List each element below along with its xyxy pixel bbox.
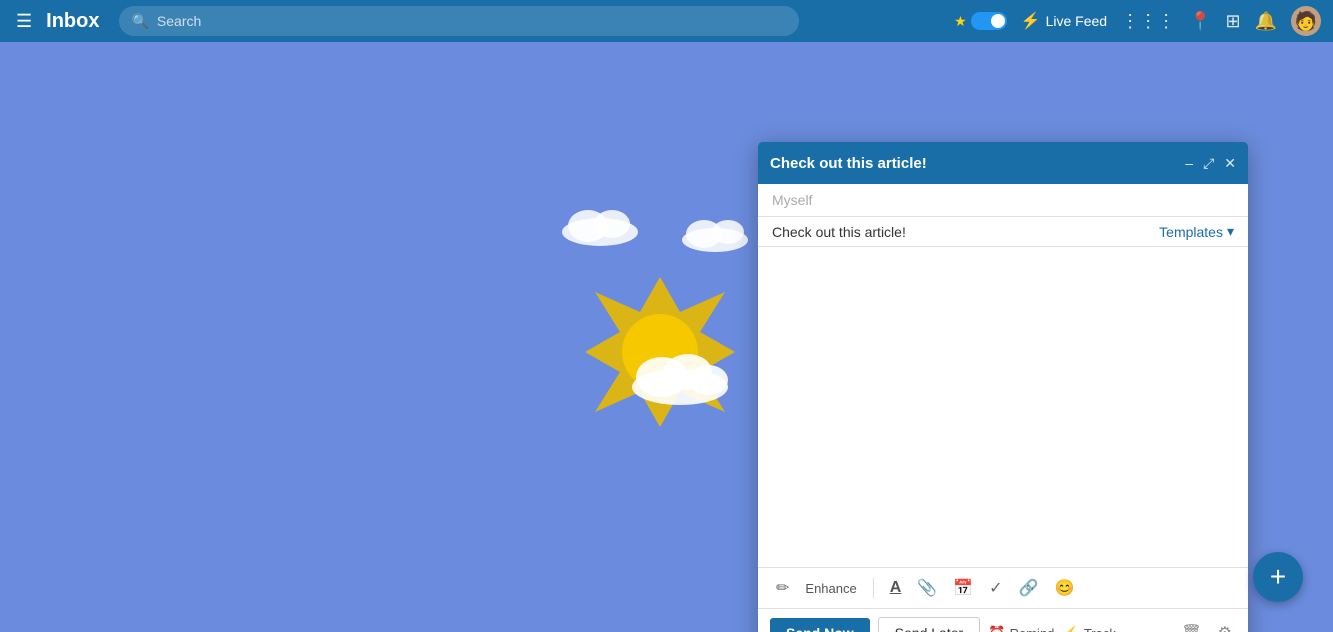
toolbar-divider (873, 578, 874, 598)
enhance-button[interactable]: ✏ (772, 576, 793, 600)
compose-toolbar: ✏ Enhance A 📎 📅 ✓ 🔗 😊 (758, 567, 1248, 608)
avatar[interactable]: 🧑 (1291, 6, 1321, 36)
grid-icon[interactable]: ⊞ (1225, 11, 1240, 32)
remind-label: Remind (1010, 626, 1055, 632)
cloud-medium-icon (680, 212, 750, 252)
to-field[interactable]: Myself (758, 184, 1248, 217)
livefeed-label: Live Feed (1046, 13, 1107, 29)
bell-icon[interactable]: 🔔 (1255, 11, 1277, 32)
compose-footer: Send Now Send Later ⏰ Remind ⚡ Track 🗑 ⚙ (758, 608, 1248, 632)
check-icon[interactable]: ✓ (985, 576, 1006, 600)
livefeed-button[interactable]: ⚡ Live Feed (1021, 11, 1107, 31)
attach-icon[interactable]: 📎 (913, 576, 941, 600)
track-label: Track (1084, 626, 1116, 632)
search-icon: 🔍 (131, 13, 148, 30)
star-icon: ★ (954, 13, 967, 30)
templates-arrow-icon: ▾ (1227, 223, 1234, 240)
menu-icon[interactable]: ☰ (12, 7, 36, 36)
remind-icon: ⏰ (988, 625, 1005, 632)
modal-header-icons: – ⤢ ✕ (1185, 155, 1236, 172)
search-input[interactable] (157, 13, 788, 29)
toggle-switch[interactable] (971, 12, 1007, 30)
modal-header: Check out this article! – ⤢ ✕ (758, 142, 1248, 184)
subject-row: Check out this article! Templates ▾ (758, 217, 1248, 247)
search-bar[interactable]: 🔍 (119, 6, 799, 36)
fab-button[interactable]: + (1253, 552, 1303, 602)
link-icon[interactable]: 🔗 (1015, 576, 1043, 600)
font-icon[interactable]: A (886, 577, 906, 599)
columns-icon[interactable]: ⋮⋮⋮ (1121, 11, 1175, 32)
delete-icon[interactable]: 🗑 (1177, 621, 1205, 632)
remind-button[interactable]: ⏰ Remind (988, 625, 1054, 632)
track-icon: ⚡ (1062, 625, 1079, 632)
minimize-icon[interactable]: – (1185, 155, 1193, 171)
enhance-label[interactable]: Enhance (801, 579, 860, 598)
calendar-icon[interactable]: 📅 (949, 576, 977, 600)
cloud-small-icon (560, 202, 640, 247)
location-icon[interactable]: 📍 (1189, 11, 1211, 32)
expand-icon[interactable]: ⤢ (1203, 155, 1214, 172)
topnav: ☰ Inbox 🔍 ★ ⚡ Live Feed ⋮⋮⋮ 📍 ⊞ 🔔 🧑 (0, 0, 1333, 42)
track-button[interactable]: ⚡ Track (1062, 625, 1115, 632)
weather-icon (580, 272, 740, 437)
close-icon[interactable]: ✕ (1224, 155, 1236, 172)
templates-label: Templates (1159, 224, 1223, 240)
compose-modal: Check out this article! – ⤢ ✕ Myself Che… (758, 142, 1248, 632)
app-title: Inbox (46, 10, 99, 33)
send-later-button[interactable]: Send Later (878, 617, 981, 632)
topnav-right: ★ ⚡ Live Feed ⋮⋮⋮ 📍 ⊞ 🔔 🧑 (954, 6, 1321, 36)
toggle-wrap: ★ (954, 12, 1007, 30)
background-area: Check out this article! – ⤢ ✕ Myself Che… (0, 42, 1333, 632)
templates-button[interactable]: Templates ▾ (1159, 223, 1234, 240)
subject-text: Check out this article! (772, 224, 906, 240)
emoji-icon[interactable]: 😊 (1050, 576, 1078, 600)
settings-icon[interactable]: ⚙ (1214, 621, 1236, 632)
compose-body[interactable] (758, 247, 1248, 567)
modal-title: Check out this article! (770, 155, 1185, 172)
livefeed-icon: ⚡ (1021, 11, 1041, 31)
send-now-button[interactable]: Send Now (770, 618, 870, 632)
